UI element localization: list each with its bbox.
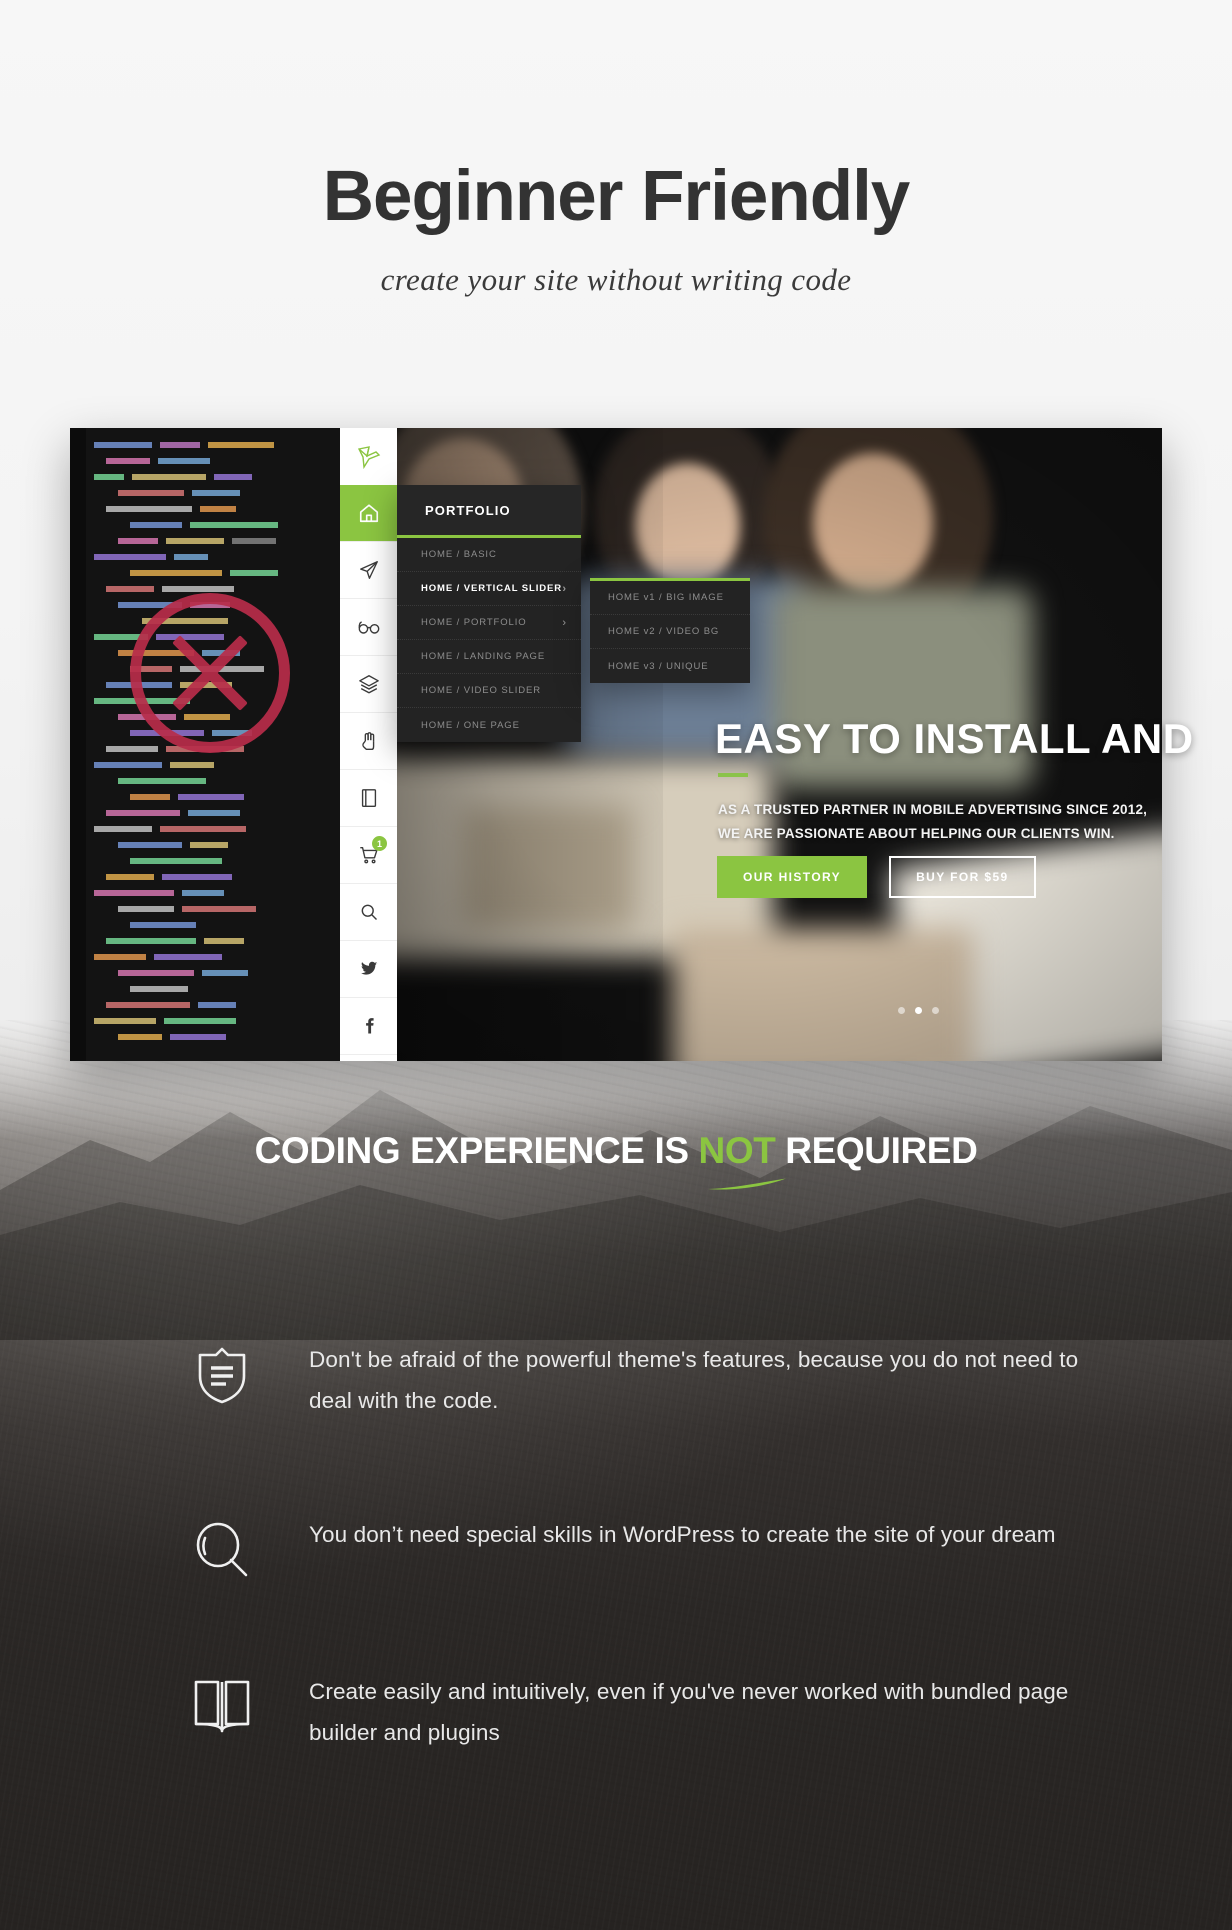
submenu-item-home-v3[interactable]: HOME v3 / UNIQUE (590, 649, 750, 683)
twitter-icon[interactable] (340, 941, 397, 998)
search-icon[interactable] (340, 884, 397, 941)
hand-icon[interactable] (340, 713, 397, 770)
menu-title: PORTFOLIO (397, 485, 581, 538)
slide-title: EASY TO INSTALL AND (715, 715, 1194, 762)
feature-item: Create easily and intuitively, even if y… (185, 1672, 1085, 1754)
open-book-icon (185, 1672, 259, 1734)
cart-badge-count: 1 (372, 836, 387, 851)
section-heading: CODING EXPERIENCE IS NOT REQUIRED (0, 1130, 1232, 1172)
slider-dot-3[interactable] (932, 1007, 939, 1014)
underline-swoosh-icon (708, 1178, 786, 1190)
menu-item-label: HOME / ONE PAGE (421, 719, 520, 731)
slider-dot-2[interactable] (915, 1007, 922, 1014)
cart-icon[interactable]: 1 (340, 827, 397, 884)
section-heading-part1: CODING EXPERIENCE IS (254, 1130, 699, 1171)
submenu-item-home-v2[interactable]: HOME v2 / VIDEO BG (590, 615, 750, 649)
slider-dot-1[interactable] (898, 1007, 905, 1014)
magnifier-icon (185, 1515, 259, 1579)
feature-item: Don't be afraid of the powerful theme's … (185, 1340, 1085, 1422)
facebook-icon[interactable] (340, 998, 397, 1055)
menu-item-vertical-slider[interactable]: HOME / VERTICAL SLIDER › (397, 572, 581, 606)
menu-item-label: HOME / VERTICAL SLIDER (421, 583, 563, 594)
section-heading-part2: REQUIRED (775, 1130, 978, 1171)
menu-item-one-page[interactable]: HOME / ONE PAGE (397, 708, 581, 742)
editor-gutter (70, 428, 86, 1061)
submenu-item-home-v1[interactable]: HOME v1 / BIG IMAGE (590, 581, 750, 615)
menu-item-video-slider[interactable]: HOME / VIDEO SLIDER (397, 674, 581, 708)
menu-item-basic[interactable]: HOME / BASIC (397, 538, 581, 572)
menu-item-landing-page[interactable]: HOME / LANDING PAGE (397, 640, 581, 674)
menu-item-label: HOME / LANDING PAGE (421, 651, 546, 662)
feature-text: Create easily and intuitively, even if y… (309, 1678, 1069, 1745)
chevron-right-icon: › (562, 582, 567, 595)
feature-item: You don’t need special skills in WordPre… (185, 1515, 1085, 1579)
cross-circle-icon (130, 593, 290, 753)
slide-title-rule (718, 773, 748, 777)
feature-text: Don't be afraid of the powerful theme's … (309, 1347, 1079, 1413)
page-subtitle: create your site without writing code (380, 262, 852, 297)
menu-item-label: HOME / PORTFOLIO (421, 617, 527, 628)
chevron-right-icon: › (562, 616, 567, 629)
vertical-slider-flyout-menu: HOME v1 / BIG IMAGE HOME v2 / VIDEO BG H… (590, 578, 750, 683)
slide-body-text: AS A TRUSTED PARTNER IN MOBILE ADVERTISI… (718, 802, 1148, 841)
code-editor-panel (70, 428, 343, 1061)
page-title: Beginner Friendly (322, 157, 911, 236)
paper-plane-icon[interactable] (340, 542, 397, 599)
book-icon[interactable] (340, 770, 397, 827)
slide-buttons: OUR HISTORY BUY FOR $59 (717, 856, 1036, 898)
menu-item-portfolio[interactable]: HOME / PORTFOLIO › (397, 606, 581, 640)
bird-logo-icon[interactable] (340, 428, 397, 485)
vertical-nav-rail: 1 (340, 428, 397, 1061)
page-root: Beginner Friendly create your site witho… (0, 0, 1232, 1930)
menu-item-label: HOME / BASIC (421, 549, 497, 560)
glasses-icon[interactable] (340, 599, 397, 656)
menu-item-label: HOME / VIDEO SLIDER (421, 685, 542, 696)
shield-document-icon (185, 1340, 259, 1404)
feature-list: Don't be afraid of the powerful theme's … (185, 1340, 1085, 1847)
our-history-button[interactable]: OUR HISTORY (717, 856, 868, 898)
home-icon[interactable] (340, 485, 397, 542)
buy-for-59-button[interactable]: BUY FOR $59 (889, 856, 1036, 898)
layers-icon[interactable] (340, 656, 397, 713)
portfolio-dropdown-menu: PORTFOLIO HOME / BASIC HOME / VERTICAL S… (397, 485, 581, 742)
section-heading-highlight: NOT (698, 1130, 776, 1171)
slider-pagination[interactable] (898, 1007, 939, 1014)
feature-text: You don’t need special skills in WordPre… (309, 1521, 1056, 1547)
